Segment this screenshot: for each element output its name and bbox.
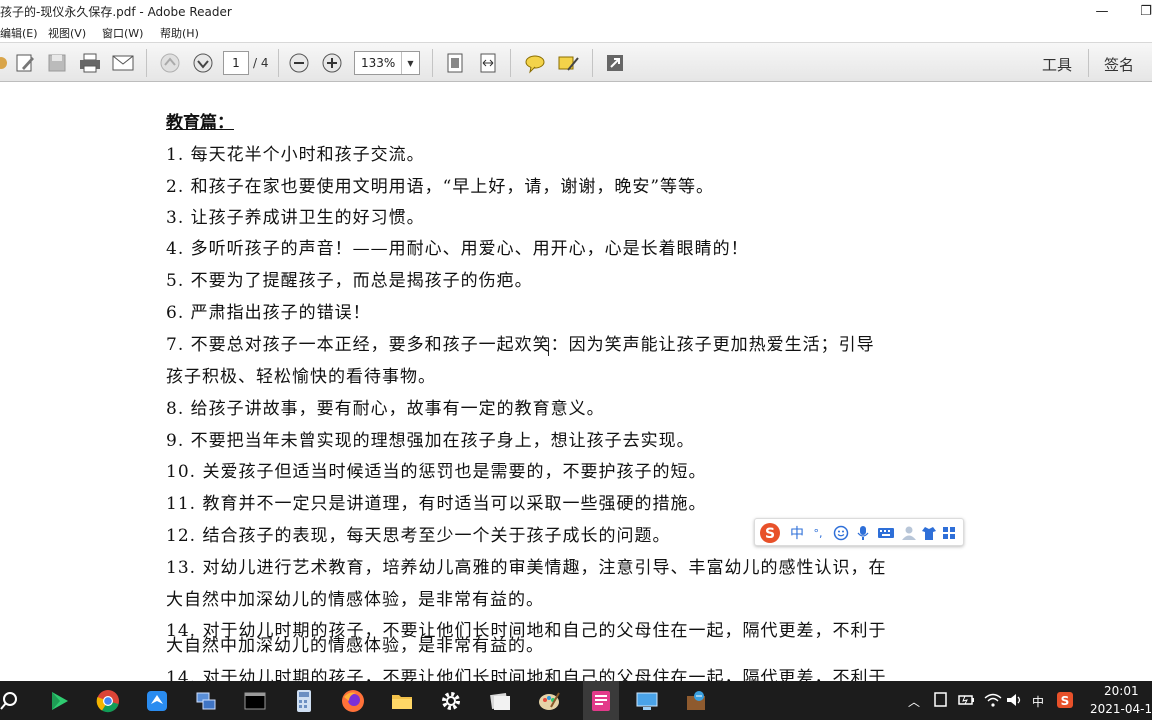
toolbar: 1 / 4 133% ▼ 工具 签名 (0, 42, 1152, 82)
paint-palette-icon[interactable] (534, 686, 564, 716)
adobe-reader-taskbar-icon[interactable] (583, 681, 619, 720)
settings-gear-icon[interactable] (436, 686, 466, 716)
user-icon[interactable] (899, 522, 919, 544)
minimize-icon: — (1095, 3, 1109, 19)
page-number-input[interactable]: 1 (223, 51, 249, 75)
print-icon[interactable] (77, 51, 103, 75)
doc-line: 11. 教育并不一定只是讲道理，有时适当可以采取一些强硬的措施。 (166, 494, 707, 514)
sogou-logo-text: S (765, 526, 775, 542)
doc-line: 6. 严肃指出孩子的错误！ (166, 303, 371, 323)
archive-app-icon[interactable] (681, 686, 711, 716)
svg-text:S: S (1061, 694, 1070, 708)
windows-taskbar: ︿ 中 S 20:01 2021-04-11 (0, 681, 1152, 720)
menu-view[interactable]: 视图(V) (48, 25, 86, 41)
skin-shirt-icon[interactable] (919, 522, 939, 544)
file-explorer-icon[interactable] (387, 686, 417, 716)
keyboard-icon[interactable] (875, 522, 897, 544)
doc-line: 2. 和孩子在家也要使用文明用语，“早上好，请，谢谢，晚安”等等。 (166, 177, 715, 197)
zoom-select[interactable]: 133% ▼ (354, 51, 420, 75)
doc-line: 12. 结合孩子的表现，每天思考至少一个关于孩子成长的问题。 (166, 526, 671, 546)
search-icon[interactable] (0, 686, 24, 716)
doc-line: 7. 不要总对孩子一本正经，要多和孩子一起欢笑：因为笑声能让孩子更加热爱生活；引… (166, 335, 875, 355)
chevron-down-icon[interactable]: ▼ (401, 52, 419, 74)
menu-edit[interactable]: 编辑(E) (0, 25, 38, 41)
section-heading: 教育篇： (166, 113, 234, 133)
media-player-icon[interactable] (44, 686, 74, 716)
minimize-button[interactable]: — (1080, 0, 1124, 22)
comment-icon[interactable] (522, 51, 548, 75)
sign-pane-button[interactable]: 签名 (1104, 54, 1134, 75)
doc-line: 14. 对于幼儿时期的孩子，不要让他们长时间地和自己的父母住在一起，隔代更差，不… (166, 668, 887, 681)
tools-pane-button[interactable]: 工具 (1042, 54, 1072, 75)
battery-plug-icon[interactable] (958, 692, 976, 711)
doc-line: 4. 多听听孩子的声音！——用耐心、用爱心、用开心，心是长着眼睛的！ (166, 239, 749, 259)
volume-icon[interactable] (1006, 692, 1024, 711)
menu-help[interactable]: 帮助(H) (160, 25, 199, 41)
doc-line: 大自然中加深幼儿的情感体验，是非常有益的。 (166, 636, 544, 656)
full-screen-icon[interactable] (602, 51, 628, 75)
fit-page-icon[interactable] (442, 51, 468, 75)
page-total: / 4 (253, 56, 269, 70)
microphone-icon[interactable] (853, 522, 873, 544)
app-bird-icon[interactable] (142, 686, 172, 716)
tablet-mode-icon[interactable] (934, 692, 948, 711)
restore-button[interactable]: ❐ (1124, 0, 1152, 22)
network-app-icon[interactable] (191, 686, 221, 716)
firefox-icon[interactable] (338, 686, 368, 716)
title-bar: 孩子的-现仪永久保存.pdf - Adobe Reader — ❐ (0, 0, 1152, 22)
doc-line: 5. 不要为了提醒孩子，而总是揭孩子的伤疤。 (166, 271, 533, 291)
doc-line: 9. 不要把当年未曾实现的理想强加在孩子身上，想让孩子去实现。 (166, 431, 695, 451)
edit-icon[interactable] (12, 51, 38, 75)
clock-time[interactable]: 20:01 (1104, 684, 1139, 698)
chrome-icon[interactable] (93, 686, 123, 716)
wifi-icon[interactable] (984, 692, 1002, 711)
chevron-up-icon[interactable]: ︿ (908, 693, 920, 710)
toolbox-grid-icon[interactable] (939, 522, 959, 544)
sogou-tray-icon[interactable]: S (1056, 691, 1074, 712)
document-view[interactable]: 教育篇： 1. 每天花半个小时和孩子交流。 2. 和孩子在家也要使用文明用语，“… (0, 83, 1152, 681)
text-cursor (548, 338, 549, 356)
doc-line: 8. 给孩子讲故事，要有耐心，故事有一定的教育意义。 (166, 399, 605, 419)
remote-desktop-icon[interactable] (632, 686, 662, 716)
sogou-logo-icon[interactable]: S (757, 522, 783, 544)
ime-mode-toggle[interactable]: 中 (787, 522, 807, 544)
next-page-icon[interactable] (190, 51, 216, 75)
fit-width-icon[interactable] (475, 51, 501, 75)
ime-punct-toggle[interactable]: °, (809, 522, 827, 544)
prev-page-icon[interactable] (157, 51, 183, 75)
clock-date[interactable]: 2021-04-11 (1090, 702, 1152, 716)
menu-bar: 编辑(E) 视图(V) 窗口(W) 帮助(H) (0, 22, 1152, 42)
ime-toolbar: S 中 °, (754, 518, 964, 546)
zoom-out-icon[interactable] (286, 51, 312, 75)
zoom-in-icon[interactable] (319, 51, 345, 75)
highlight-icon[interactable] (555, 51, 581, 75)
doc-line: 3. 让孩子养成讲卫生的好习惯。 (166, 208, 425, 228)
window-title: 孩子的-现仪永久保存.pdf - Adobe Reader (0, 5, 232, 19)
save-icon[interactable] (44, 51, 70, 75)
adobe-reader-window: 孩子的-现仪永久保存.pdf - Adobe Reader — ❐ 编辑(E) … (0, 0, 1152, 720)
doc-line: 1. 每天花半个小时和孩子交流。 (166, 145, 425, 165)
doc-line: 13. 对幼儿进行艺术教育，培养幼儿高雅的审美情趣，注意引导、丰富幼儿的感性认识… (166, 558, 887, 578)
doc-line: 10. 关爱孩子但适当时候适当的惩罚也是需要的，不要护孩子的短。 (166, 462, 707, 482)
terminal-icon[interactable] (240, 686, 270, 716)
notes-app-icon[interactable] (485, 686, 515, 716)
menu-window[interactable]: 窗口(W) (102, 25, 143, 41)
calculator-icon[interactable] (289, 686, 319, 716)
emoji-icon[interactable] (831, 522, 851, 544)
input-language-indicator[interactable]: 中 (1032, 693, 1044, 710)
email-icon[interactable] (110, 51, 136, 75)
doc-line: 大自然中加深幼儿的情感体验，是非常有益的。 (166, 590, 544, 610)
restore-icon: ❐ (1140, 3, 1152, 19)
doc-line: 孩子积极、轻松愉快的看待事物。 (166, 367, 436, 387)
zoom-value: 133% (361, 56, 396, 70)
